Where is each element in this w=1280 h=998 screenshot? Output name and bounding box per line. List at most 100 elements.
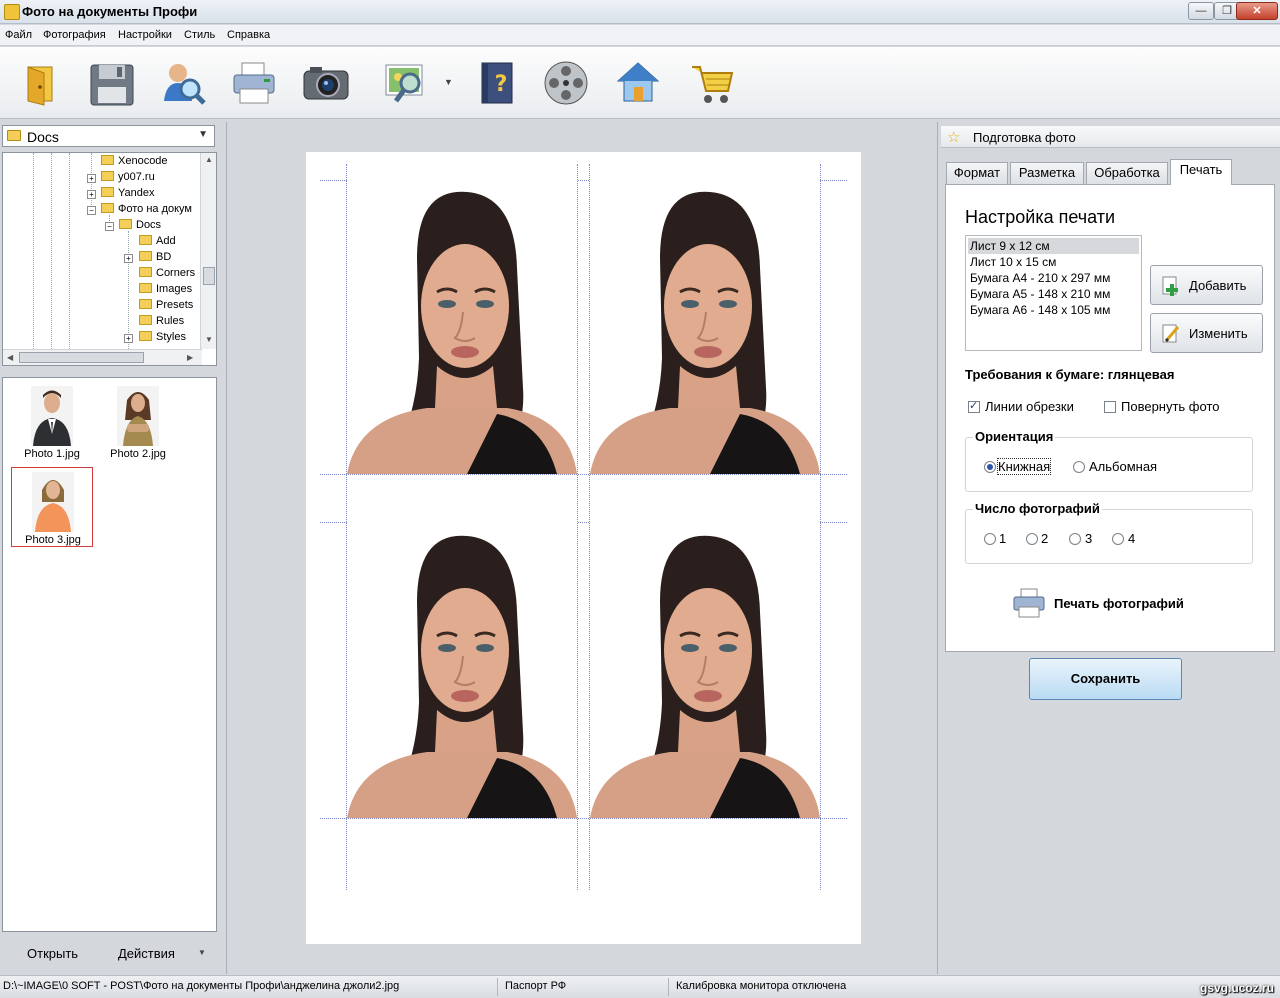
open-button[interactable]: Открыть — [27, 946, 78, 961]
chevron-down-icon[interactable]: ▼ — [444, 77, 453, 87]
tree-item[interactable]: Presets — [139, 299, 193, 315]
collapse-icon[interactable]: − — [105, 222, 114, 231]
print-icon[interactable] — [228, 57, 280, 109]
scroll-left-icon[interactable]: ◀ — [7, 353, 13, 362]
scroll-up-icon[interactable]: ▲ — [205, 155, 213, 164]
save-button[interactable]: Сохранить — [1029, 658, 1182, 700]
tree-guide — [128, 231, 129, 349]
tree-item[interactable]: Yandex — [101, 187, 155, 203]
document-photo — [347, 522, 577, 818]
scroll-right-icon[interactable]: ▶ — [187, 353, 193, 362]
image-zoom-icon[interactable] — [382, 57, 434, 109]
camera-icon[interactable] — [300, 57, 352, 109]
folder-icon — [139, 299, 152, 309]
user-search-icon[interactable] — [156, 57, 208, 109]
chevron-down-icon[interactable]: ▼ — [198, 948, 206, 957]
edit-button-label: Изменить — [1189, 326, 1248, 341]
tree-item[interactable]: Xenocode — [101, 155, 168, 171]
tab-format[interactable]: Формат — [946, 162, 1008, 184]
thumbnail-photo-2[interactable]: Photo 2.jpg — [97, 382, 179, 462]
watermark: gsvg.ucoz.ru — [1199, 981, 1274, 995]
photo-count-3-radio[interactable] — [1069, 533, 1081, 545]
minimize-button[interactable]: — — [1188, 2, 1214, 20]
film-reel-icon[interactable] — [540, 57, 592, 109]
print-photos-button[interactable]: Печать фотографий — [1012, 585, 1212, 621]
paper-size-list[interactable]: Лист 9 х 12 см Лист 10 х 15 см Бумага А4… — [965, 235, 1142, 351]
photo-count-4-radio[interactable] — [1112, 533, 1124, 545]
thumbnail-photo-3[interactable]: Photo 3.jpg — [11, 467, 93, 547]
orientation-landscape-radio[interactable] — [1073, 461, 1085, 473]
folder-open-icon — [119, 219, 132, 229]
folder-tree: Xenocode + y007.ru + Yandex − Фото на до… — [2, 152, 217, 366]
actions-button[interactable]: Действия — [118, 946, 175, 961]
folder-select[interactable]: Docs ▼ — [2, 125, 215, 147]
folder-icon — [139, 267, 152, 277]
menu-file[interactable]: Файл — [5, 29, 32, 41]
list-item[interactable]: Лист 10 х 15 см — [968, 254, 1139, 270]
crop-line — [820, 164, 821, 890]
app-icon — [4, 4, 20, 20]
add-button[interactable]: Добавить — [1150, 265, 1263, 305]
scroll-thumb[interactable] — [19, 352, 144, 363]
tab-processing[interactable]: Обработка — [1086, 162, 1168, 184]
list-item[interactable]: Бумага А6 - 148 х 105 мм — [968, 302, 1139, 318]
thumbnail-caption: Photo 1.jpg — [24, 448, 80, 460]
scroll-down-icon[interactable]: ▼ — [205, 335, 213, 344]
expand-icon[interactable]: + — [124, 254, 133, 263]
folder-icon — [139, 235, 152, 245]
expand-icon[interactable]: + — [87, 190, 96, 199]
list-item[interactable]: Лист 9 х 12 см — [968, 238, 1139, 254]
tree-item[interactable]: Styles — [139, 331, 186, 347]
expand-icon[interactable]: + — [87, 174, 96, 183]
tree-guide — [51, 153, 52, 349]
close-button[interactable]: ✕ — [1236, 2, 1278, 20]
menu-help[interactable]: Справка — [227, 29, 270, 41]
edit-icon — [1161, 324, 1181, 344]
orientation-title: Ориентация — [973, 429, 1056, 444]
menu-style[interactable]: Стиль — [184, 29, 215, 41]
tree-item[interactable]: Add — [139, 235, 176, 251]
thumbnail-photo-1[interactable]: Photo 1.jpg — [11, 382, 93, 462]
tab-layout[interactable]: Разметка — [1010, 162, 1084, 184]
chevron-down-icon[interactable]: ▼ — [198, 129, 208, 140]
orientation-portrait-radio[interactable] — [984, 461, 996, 473]
list-item[interactable]: Бумага А5 - 148 х 210 мм — [968, 286, 1139, 302]
open-icon[interactable] — [16, 57, 68, 109]
tree-item[interactable]: Фото на докум — [101, 203, 192, 219]
photo-count-2-radio[interactable] — [1026, 533, 1038, 545]
save-icon[interactable] — [86, 57, 138, 109]
tree-item[interactable]: Images — [139, 283, 192, 299]
menu-photo[interactable]: Фотография — [43, 29, 106, 41]
shopping-cart-icon[interactable] — [686, 57, 738, 109]
document-photo — [590, 178, 820, 474]
menu-settings[interactable]: Настройки — [118, 29, 172, 41]
tree-item[interactable]: y007.ru — [101, 171, 155, 187]
tree-vertical-scrollbar[interactable]: ▲ ▼ — [200, 153, 216, 349]
menu-bar: Файл Фотография Настройки Стиль Справка — [0, 25, 1280, 46]
tab-print[interactable]: Печать — [1170, 159, 1232, 185]
list-item[interactable]: Бумага А4 - 210 х 297 мм — [968, 270, 1139, 286]
edit-button[interactable]: Изменить — [1150, 313, 1263, 353]
tree-item[interactable]: Corners — [139, 267, 195, 283]
home-icon[interactable] — [612, 57, 664, 109]
rotate-photo-checkbox[interactable] — [1104, 401, 1116, 413]
scroll-thumb[interactable] — [203, 267, 215, 285]
crop-lines-checkbox[interactable] — [968, 399, 980, 413]
photo-count-group — [965, 509, 1253, 564]
star-icon: ☆ — [947, 129, 961, 146]
print-tab-panel: Настройка печати Лист 9 х 12 см Лист 10 … — [945, 184, 1275, 652]
tree-guide — [91, 153, 92, 213]
left-actions-bar: Открыть Действия ▼ — [0, 932, 222, 974]
tree-item-docs[interactable]: Docs — [119, 219, 161, 235]
status-calibration: Калибровка монитора отключена — [676, 980, 847, 992]
thumbnail-image — [117, 386, 159, 446]
collapse-icon[interactable]: − — [87, 206, 96, 215]
status-separator — [668, 978, 669, 996]
help-book-icon[interactable]: ? — [472, 57, 524, 109]
document-photo — [347, 178, 577, 474]
photo-count-1-radio[interactable] — [984, 533, 996, 545]
tree-item[interactable]: BD — [139, 251, 171, 267]
tree-horizontal-scrollbar[interactable]: ◀ ▶ — [3, 349, 202, 365]
expand-icon[interactable]: + — [124, 334, 133, 343]
tree-item[interactable]: Rules — [139, 315, 184, 331]
